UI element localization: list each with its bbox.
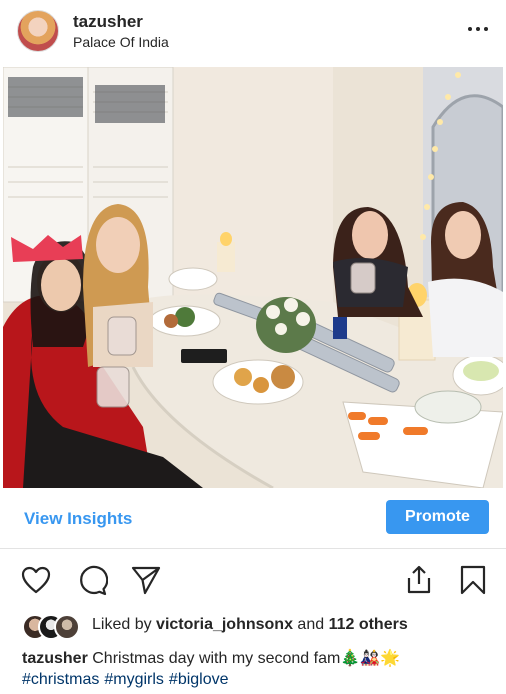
- likes-text[interactable]: Liked by victoria_johnsonx and 112 other…: [92, 616, 408, 634]
- insights-bar: View Insights Promote: [0, 498, 506, 542]
- post-header: tazusher Palace Of India: [0, 0, 506, 64]
- hashtag-link[interactable]: #mygirls: [104, 671, 164, 688]
- bookmark-icon[interactable]: [457, 564, 489, 596]
- hashtag-link[interactable]: #christmas: [22, 671, 99, 688]
- hashtag-link[interactable]: #biglove: [169, 671, 229, 688]
- caption-text: Christmas day with my second fam🎄🎎🌟: [87, 650, 401, 667]
- share-icon[interactable]: [403, 564, 435, 596]
- caption-username[interactable]: tazusher: [22, 650, 88, 667]
- likes-row: Liked by victoria_johnsonx and 112 other…: [22, 612, 502, 640]
- view-insights-link[interactable]: View Insights: [24, 509, 132, 529]
- comment-icon[interactable]: [76, 564, 109, 596]
- divider: [0, 548, 506, 549]
- liker-avatar[interactable]: [54, 614, 80, 640]
- more-options-icon[interactable]: [464, 16, 492, 40]
- post-location[interactable]: Palace Of India: [73, 34, 169, 50]
- likes-middle: and: [292, 616, 329, 633]
- post-photo[interactable]: [3, 67, 503, 488]
- post-username[interactable]: tazusher: [73, 12, 143, 32]
- send-icon[interactable]: [130, 564, 162, 596]
- caption: tazusher Christmas day with my second fa…: [22, 648, 492, 690]
- post-actions: [0, 560, 506, 600]
- heart-icon[interactable]: [20, 564, 52, 596]
- liker-username[interactable]: victoria_johnsonx: [156, 616, 293, 633]
- avatar[interactable]: [17, 10, 59, 52]
- post-photo-image: [3, 67, 503, 488]
- likes-others[interactable]: 112 others: [329, 616, 408, 633]
- promote-button[interactable]: Promote: [386, 500, 489, 534]
- likes-prefix: Liked by: [92, 616, 157, 633]
